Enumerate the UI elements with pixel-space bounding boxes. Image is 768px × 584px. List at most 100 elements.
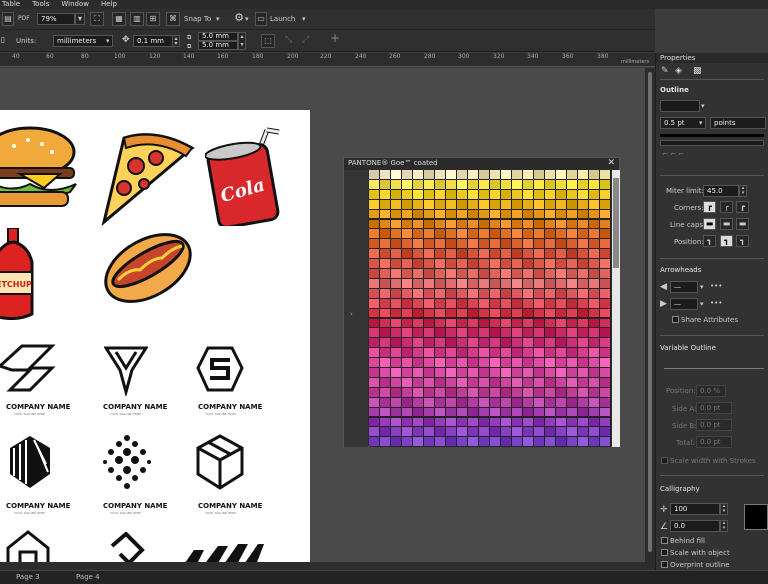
color-swatch[interactable] xyxy=(424,417,434,427)
launch-icon[interactable]: ▭ xyxy=(255,12,267,26)
color-swatch[interactable] xyxy=(567,368,577,377)
color-swatch[interactable] xyxy=(512,368,522,377)
color-swatch[interactable] xyxy=(424,328,434,338)
color-swatch[interactable] xyxy=(523,199,533,209)
color-swatch[interactable] xyxy=(479,179,489,189)
color-swatch[interactable] xyxy=(435,397,445,407)
color-swatch[interactable] xyxy=(413,239,423,249)
color-swatch[interactable] xyxy=(479,387,489,397)
color-swatch[interactable] xyxy=(391,407,401,417)
color-swatch[interactable] xyxy=(468,239,478,249)
duplicate-distance-x[interactable]: 5.0 mm xyxy=(198,32,238,41)
color-swatch[interactable] xyxy=(424,219,434,229)
color-swatch[interactable] xyxy=(534,328,544,338)
color-swatch[interactable] xyxy=(600,368,610,377)
color-swatch[interactable] xyxy=(545,417,555,427)
color-swatch[interactable] xyxy=(589,338,599,348)
color-swatch[interactable] xyxy=(413,170,423,179)
color-swatch[interactable] xyxy=(545,338,555,348)
color-swatch[interactable] xyxy=(545,209,555,219)
color-swatch[interactable] xyxy=(490,179,500,189)
angle-field[interactable]: 0.0 xyxy=(670,520,720,532)
color-swatch[interactable] xyxy=(413,358,423,367)
color-swatch[interactable] xyxy=(446,219,456,229)
color-swatch[interactable] xyxy=(490,328,500,338)
color-swatch[interactable] xyxy=(380,229,390,239)
color-swatch[interactable] xyxy=(479,328,489,338)
width-dropdown-icon[interactable]: ▾ xyxy=(699,118,703,128)
color-swatch[interactable] xyxy=(468,348,478,358)
overprint-checkbox[interactable] xyxy=(661,561,668,568)
color-swatch[interactable] xyxy=(534,209,544,219)
color-swatch[interactable] xyxy=(512,417,522,427)
color-swatch[interactable] xyxy=(435,437,445,447)
color-swatch[interactable] xyxy=(589,189,599,199)
color-swatch[interactable] xyxy=(391,199,401,209)
color-swatch[interactable] xyxy=(369,209,379,219)
color-swatch[interactable] xyxy=(490,298,500,308)
color-swatch[interactable] xyxy=(369,437,379,447)
color-swatch[interactable] xyxy=(578,348,588,358)
color-swatch[interactable] xyxy=(402,269,412,278)
color-swatch[interactable] xyxy=(512,269,522,278)
menu-table[interactable]: Table xyxy=(2,0,20,9)
color-swatch[interactable] xyxy=(369,427,379,437)
color-swatch[interactable] xyxy=(468,219,478,229)
color-swatch[interactable] xyxy=(435,199,445,209)
color-swatch[interactable] xyxy=(578,387,588,397)
color-swatch[interactable] xyxy=(446,170,456,179)
color-swatch[interactable] xyxy=(391,377,401,387)
start-arrow-options-icon[interactable]: ••• xyxy=(710,282,722,290)
color-swatch[interactable] xyxy=(424,298,434,308)
color-swatch[interactable] xyxy=(534,249,544,259)
color-swatch[interactable] xyxy=(600,417,610,427)
color-swatch[interactable] xyxy=(600,179,610,189)
color-swatch[interactable] xyxy=(413,318,423,328)
color-swatch[interactable] xyxy=(457,219,467,229)
color-swatch[interactable] xyxy=(545,249,555,259)
color-swatch[interactable] xyxy=(545,259,555,268)
hotdog-illustration[interactable] xyxy=(100,218,200,310)
bounding-box-icon[interactable]: ⬚ xyxy=(261,34,275,48)
color-swatch[interactable] xyxy=(589,377,599,387)
color-swatch[interactable] xyxy=(369,239,379,249)
color-swatch[interactable] xyxy=(501,199,511,209)
color-swatch[interactable] xyxy=(424,199,434,209)
color-swatch[interactable] xyxy=(600,407,610,417)
color-swatch[interactable] xyxy=(534,387,544,397)
color-swatch[interactable] xyxy=(512,219,522,229)
color-swatch[interactable] xyxy=(380,269,390,278)
end-arrow-dropdown-icon[interactable]: ▾ xyxy=(700,299,704,309)
color-swatch[interactable] xyxy=(435,209,445,219)
pantone-palette-window[interactable]: PANTONE® Goe™ coated ✕ › xyxy=(343,157,620,447)
color-swatch[interactable] xyxy=(578,407,588,417)
color-swatch[interactable] xyxy=(512,170,522,179)
corner-miter-icon[interactable]: ┏ xyxy=(703,201,716,213)
color-swatch[interactable] xyxy=(446,387,456,397)
color-swatch[interactable] xyxy=(501,308,511,318)
color-swatch[interactable] xyxy=(369,298,379,308)
color-swatch[interactable] xyxy=(578,249,588,259)
color-swatch[interactable] xyxy=(446,377,456,387)
color-swatch[interactable] xyxy=(589,269,599,278)
color-swatch[interactable] xyxy=(534,269,544,278)
color-swatch[interactable] xyxy=(457,318,467,328)
color-swatch[interactable] xyxy=(413,298,423,308)
gear-icon[interactable]: ⚙ xyxy=(232,12,246,26)
color-swatch[interactable] xyxy=(512,298,522,308)
color-swatch[interactable] xyxy=(556,229,566,239)
color-swatch[interactable] xyxy=(589,387,599,397)
color-swatch[interactable] xyxy=(556,219,566,229)
color-swatch[interactable] xyxy=(468,318,478,328)
color-swatch[interactable] xyxy=(578,209,588,219)
color-swatch[interactable] xyxy=(600,269,610,278)
color-swatch[interactable] xyxy=(578,328,588,338)
color-swatch[interactable] xyxy=(479,358,489,367)
color-swatch[interactable] xyxy=(490,239,500,249)
color-swatch[interactable] xyxy=(578,269,588,278)
color-swatch[interactable] xyxy=(369,358,379,367)
color-swatch[interactable] xyxy=(490,368,500,377)
color-swatch[interactable] xyxy=(501,427,511,437)
color-swatch[interactable] xyxy=(457,437,467,447)
duplicate-distance-y[interactable]: 5.0 mm xyxy=(198,41,238,50)
